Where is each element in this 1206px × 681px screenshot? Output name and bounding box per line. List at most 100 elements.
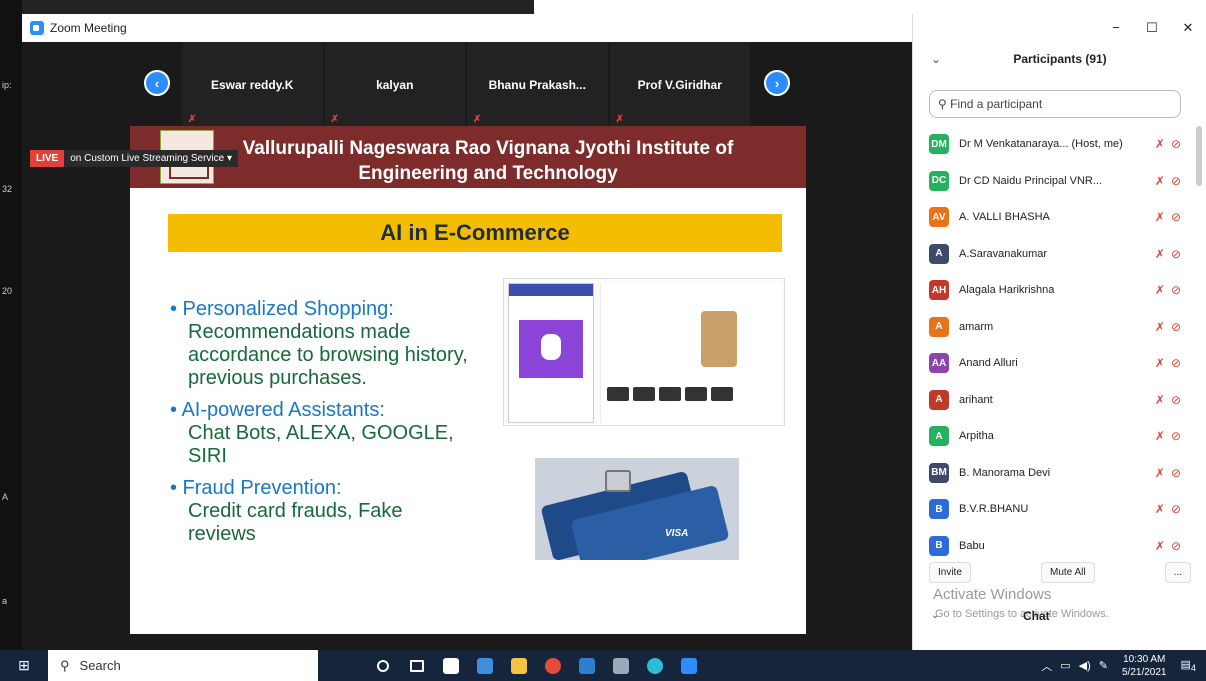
mail-icon[interactable] xyxy=(468,650,502,681)
participant-row[interactable]: A Arpitha ✗ ⊘ xyxy=(929,418,1181,455)
participant-row[interactable]: AA Anand Alluri ✗ ⊘ xyxy=(929,345,1181,382)
participant-name: Bhanu Prakash... xyxy=(488,77,586,92)
video-off-icon: ⊘ xyxy=(1170,465,1181,480)
store-icon[interactable] xyxy=(434,650,468,681)
maximize-button[interactable]: ☐ xyxy=(1134,14,1170,42)
video-off-icon: ⊘ xyxy=(1170,429,1181,444)
video-off-icon: ⊘ xyxy=(1170,137,1181,152)
zoom-logo-icon xyxy=(30,21,44,35)
invite-button[interactable]: Invite xyxy=(929,562,971,583)
mute-all-button[interactable]: Mute All xyxy=(1040,562,1095,583)
participant-row[interactable]: AH Alagala Harikrishna ✗ ⊘ xyxy=(929,272,1181,309)
participant-row[interactable]: BM B. Manorama Devi ✗ ⊘ xyxy=(929,455,1181,492)
avatar: A xyxy=(929,316,949,337)
task-view-icon[interactable] xyxy=(400,650,434,681)
bullet-body: Chat Bots, ALEXA, GOOGLE, SIRI xyxy=(188,422,454,467)
minimize-button[interactable]: − xyxy=(1098,14,1134,42)
participant-status-icons: ✗ ⊘ xyxy=(1137,137,1181,151)
video-off-icon: ⊘ xyxy=(1170,356,1181,371)
live-service-text[interactable]: on Custom Live Streaming Service ▾ xyxy=(64,150,238,167)
participants-title: Participants (91) xyxy=(1013,52,1107,66)
mic-muted-icon: ✗ xyxy=(1154,429,1165,444)
desktop-top-strip xyxy=(22,0,1206,14)
desktop-edge: ip: 32 20 A a xyxy=(0,0,22,650)
participant-name: amarm xyxy=(959,320,994,333)
participants-footer: Invite Mute All ... xyxy=(929,562,1191,583)
clock-date: 5/21/2021 xyxy=(1122,666,1167,678)
participant-row[interactable]: B B.V.R.BHANU ✗ ⊘ xyxy=(929,491,1181,528)
video-off-icon: ⊘ xyxy=(1170,283,1181,298)
bullet-heading: • AI-powered Assistants: xyxy=(170,399,385,421)
system-clock[interactable]: 10:30 AM 5/21/2021 xyxy=(1122,653,1167,679)
participant-name: B.V.R.BHANU xyxy=(959,503,1029,516)
participant-name: kalyan xyxy=(376,77,414,92)
bullet-body: Recommendations made accordance to brows… xyxy=(188,321,468,389)
participant-status-icons: ✗ ⊘ xyxy=(1137,210,1181,224)
chrome-icon[interactable] xyxy=(536,650,570,681)
participant-row[interactable]: B Babu ✗ ⊘ xyxy=(929,528,1181,565)
video-off-icon: ⊘ xyxy=(1170,502,1181,517)
video-off-icon: ⊘ xyxy=(1170,173,1181,188)
participant-name: A. VALLI BHASHA xyxy=(959,211,1050,224)
notification-center-icon[interactable]: ▤4 xyxy=(1181,658,1197,673)
video-thumbnail[interactable]: Bhanu Prakash... ✗ xyxy=(467,42,608,127)
video-thumbnail[interactable]: kalyan ✗ xyxy=(324,42,465,127)
bullet-item: • AI-powered Assistants: Chat Bots, ALEX… xyxy=(170,399,470,468)
participant-row[interactable]: A A.Saravanakumar ✗ ⊘ xyxy=(929,236,1181,273)
notification-count: 4 xyxy=(1190,663,1196,674)
credit-card-lock-image: VISA xyxy=(535,458,739,560)
chatbot-ecommerce-image xyxy=(503,278,785,426)
desktop-edge-text: A xyxy=(2,492,9,502)
live-stream-indicator[interactable]: LIVE on Custom Live Streaming Service ▾ xyxy=(30,150,238,167)
edge-icon[interactable] xyxy=(638,650,672,681)
participant-row[interactable]: AV A. VALLI BHASHA ✗ ⊘ xyxy=(929,199,1181,236)
avatar: A xyxy=(929,426,949,447)
video-stage: ‹ Eswar reddy.K ✗ kalyan ✗ Bhanu Prakash..… xyxy=(22,42,912,650)
cortana-icon[interactable] xyxy=(366,650,400,681)
desktop-edge-text: 32 xyxy=(2,184,13,194)
robot-icon xyxy=(519,320,583,378)
system-tray: ︿ ▭ ◀) ✎ 10:30 AM 5/21/2021 ▤4 xyxy=(1041,650,1196,681)
participant-status-icons: ✗ ⊘ xyxy=(1137,502,1181,516)
participant-name: arihant xyxy=(959,393,993,406)
slide-title: AI in E-Commerce xyxy=(168,214,782,252)
mic-muted-icon: ✗ xyxy=(1154,173,1165,188)
notepad-icon[interactable] xyxy=(604,650,638,681)
participant-search-input[interactable]: ⚲ Find a participant xyxy=(929,90,1181,118)
participant-row[interactable]: Aarihant ✗ ⊘ xyxy=(929,382,1181,419)
participant-status-icons: ✗ ⊘ xyxy=(1137,174,1181,188)
windows-taskbar: ⊞ ⚲ Search ︿ ▭ ◀) ✎ 10:30 AM 5/21/2021 ▤4 xyxy=(0,650,1206,681)
pen-icon[interactable]: ✎ xyxy=(1099,659,1108,672)
bullet-body: Credit card frauds, Fake reviews xyxy=(188,500,403,545)
participant-row[interactable]: DC Dr CD Naidu Principal VNR... ✗ ⊘ xyxy=(929,163,1181,200)
participant-row[interactable]: DM Dr M Venkatanaraya... (Host, me) ✗ ⊘ xyxy=(929,126,1181,163)
mic-muted-icon: ✗ xyxy=(615,114,624,125)
collapse-chevron-icon[interactable]: ⌄ xyxy=(931,52,941,66)
chevron-up-icon[interactable]: ︿ xyxy=(1041,658,1052,674)
file-explorer-icon[interactable] xyxy=(502,650,536,681)
mic-muted-icon: ✗ xyxy=(473,114,482,125)
mic-muted-icon: ✗ xyxy=(1154,319,1165,334)
network-icon[interactable]: ▭ xyxy=(1060,659,1070,672)
participant-row[interactable]: Aamarm ✗ ⊘ xyxy=(929,309,1181,346)
video-thumbnail[interactable]: Prof V.Giridhar ✗ xyxy=(609,42,750,127)
photos-icon[interactable] xyxy=(570,650,604,681)
participant-status-icons: ✗ ⊘ xyxy=(1137,429,1181,443)
mic-muted-icon: ✗ xyxy=(188,114,197,125)
video-thumbnail[interactable]: Eswar reddy.K ✗ xyxy=(182,42,323,127)
participant-name: A.Saravanakumar xyxy=(959,247,1048,260)
title-bar: Zoom Meeting xyxy=(22,14,912,42)
next-page-button[interactable]: › xyxy=(764,70,790,96)
close-button[interactable]: ✕ xyxy=(1170,14,1206,42)
participant-status-icons: ✗ ⊘ xyxy=(1137,539,1181,553)
chat-chevron-icon[interactable]: ⌄ xyxy=(931,610,939,621)
scrollbar[interactable] xyxy=(1196,126,1202,186)
taskbar-search-box[interactable]: ⚲ Search xyxy=(48,650,318,681)
volume-icon[interactable]: ◀) xyxy=(1079,659,1091,672)
more-button[interactable]: ... xyxy=(1164,562,1191,583)
windows-start-icon[interactable]: ⊞ xyxy=(0,657,48,674)
chat-header[interactable]: Chat xyxy=(1023,609,1050,623)
prev-page-button[interactable]: ‹ xyxy=(144,70,170,96)
zoom-taskbar-icon[interactable] xyxy=(672,650,706,681)
participants-header: ⌄ Participants (91) xyxy=(913,52,1206,72)
